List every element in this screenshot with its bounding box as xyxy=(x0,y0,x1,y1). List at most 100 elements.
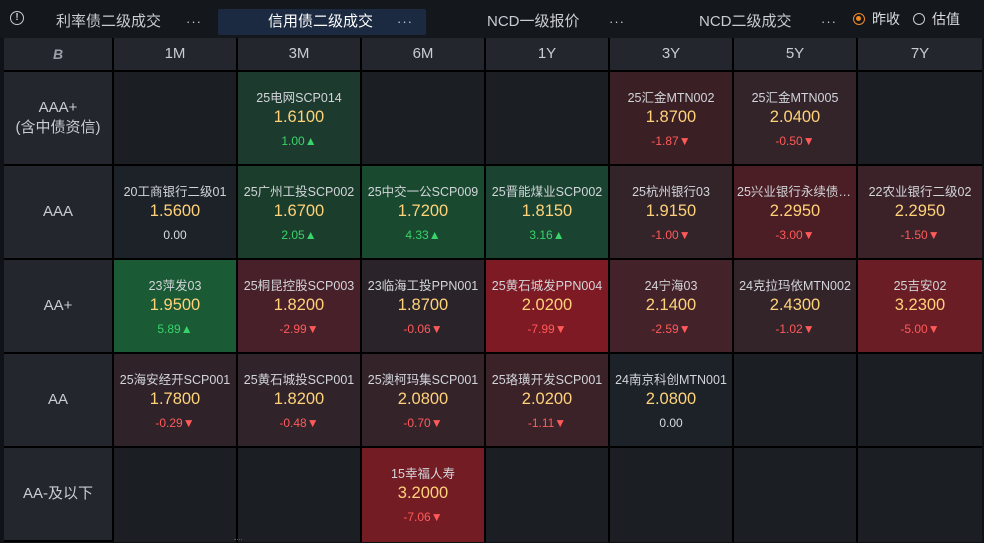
bond-yield: 2.0800 xyxy=(397,390,449,408)
bond-cell[interactable]: 25黄石城发PPN004 2.0200 -7.99▼ xyxy=(486,260,610,354)
bond-cell[interactable]: 24克拉玛依MTN002 2.4300 -1.02▼ xyxy=(734,260,858,354)
radio-label: 昨收 xyxy=(872,11,900,27)
bond-cell[interactable]: 24宁海03 2.1400 -2.59▼ xyxy=(610,260,734,354)
radio-dot-icon xyxy=(853,13,865,25)
bond-yield: 2.0200 xyxy=(521,296,573,314)
bond-change: -2.99▼ xyxy=(279,322,319,336)
bond-cell[interactable]: 23萍发03 1.9500 5.89▲ xyxy=(114,260,238,354)
bond-yield: 1.8200 xyxy=(273,296,325,314)
tab-label: 利率债二级成交 xyxy=(56,13,162,30)
bond-yield: 1.5600 xyxy=(149,202,201,220)
bond-name: 25黄石城投SCP001 xyxy=(243,373,355,387)
tenor-header: 1Y xyxy=(486,38,610,72)
bond-yield: 2.2950 xyxy=(769,202,821,220)
bond-change: 1.00▲ xyxy=(281,134,317,148)
bond-cell[interactable]: 25黄石城投SCP001 1.8200 -0.48▼ xyxy=(238,354,362,448)
bond-name: 25中交一公SCP009 xyxy=(367,185,479,199)
more-icon[interactable]: ··· xyxy=(821,9,837,35)
bond-yield: 1.7200 xyxy=(397,202,449,220)
more-icon[interactable]: ··· xyxy=(609,9,625,35)
bond-change: 5.89▲ xyxy=(157,322,193,336)
bond-name: 20工商银行二级01 xyxy=(123,185,227,199)
bond-yield: 3.2300 xyxy=(894,296,946,314)
empty-cell xyxy=(858,354,982,448)
bond-yield: 1.8700 xyxy=(397,296,449,314)
bond-cell[interactable]: 25汇金MTN002 1.8700 -1.87▼ xyxy=(610,72,734,166)
bond-name: 25杭州银行03 xyxy=(632,185,710,199)
bond-cell[interactable]: 25珞璜开发SCP001 2.0200 -1.11▼ xyxy=(486,354,610,448)
empty-cell xyxy=(734,448,858,542)
bond-name: 25海安经开SCP001 xyxy=(119,373,231,387)
bond-cell[interactable]: 25广州工投SCP002 1.6700 2.05▲ xyxy=(238,166,362,260)
empty-cell xyxy=(858,448,982,542)
bond-cell[interactable]: 20工商银行二级01 1.5600 0.00 xyxy=(114,166,238,260)
bond-yield: 1.9500 xyxy=(149,296,201,314)
more-icon[interactable]: ··· xyxy=(397,9,413,35)
bond-change: -0.50▼ xyxy=(775,134,815,148)
resize-handle[interactable] xyxy=(234,539,242,543)
bond-cell[interactable]: 25兴业银行永续债0... 2.2950 -3.00▼ xyxy=(734,166,858,260)
rating-row-header: AA xyxy=(4,354,114,448)
tab-ncd-primary-quote[interactable]: NCD一级报价 ··· xyxy=(436,9,636,35)
rating-row-header: AAA xyxy=(4,166,114,260)
bond-cell[interactable]: 25中交一公SCP009 1.7200 4.33▲ xyxy=(362,166,486,260)
bond-change: -3.00▼ xyxy=(775,228,815,242)
bond-yield: 1.6700 xyxy=(273,202,325,220)
bond-cell[interactable]: 25吉安02 3.2300 -5.00▼ xyxy=(858,260,982,354)
bond-yield: 2.2950 xyxy=(894,202,946,220)
empty-cell xyxy=(486,72,610,166)
more-icon[interactable]: ··· xyxy=(186,9,202,35)
bond-name: 25兴业银行永续债0... xyxy=(737,185,856,199)
bond-cell[interactable]: 22农业银行二级02 2.2950 -1.50▼ xyxy=(858,166,982,260)
bond-name: 25汇金MTN005 xyxy=(751,91,839,105)
tenor-header: 5Y xyxy=(734,38,858,72)
tab-credit-bond-secondary[interactable]: 信用债二级成交 ··· xyxy=(218,9,426,35)
brand-logo-icon: B xyxy=(52,46,64,62)
bond-change: -0.29▼ xyxy=(155,416,195,430)
bond-change: -0.06▼ xyxy=(403,322,443,336)
credit-bond-matrix: B 1M 3M 6M 1Y 3Y 5Y 7Y AAA+ (含中债资信) 25电网SCP014 1.… xyxy=(4,38,982,542)
bond-yield: 1.8200 xyxy=(273,390,325,408)
bond-name: 24克拉玛依MTN002 xyxy=(739,279,851,293)
bond-name: 25晋能煤业SCP002 xyxy=(491,185,603,199)
bond-yield: 3.2000 xyxy=(397,484,449,502)
radio-dot-icon xyxy=(913,13,925,25)
bond-change: -1.87▼ xyxy=(651,134,691,148)
bond-change: -1.50▼ xyxy=(900,228,940,242)
rating-label: AAA+ (含中债资信) xyxy=(15,99,101,136)
rating-label: AAA xyxy=(42,203,73,220)
bond-change: 3.16▲ xyxy=(529,228,565,242)
bond-yield: 2.0200 xyxy=(521,390,573,408)
bond-cell[interactable]: 25澳柯玛集SCP001 2.0800 -0.70▼ xyxy=(362,354,486,448)
bond-change: 0.00 xyxy=(659,416,683,430)
bond-change: -1.11▼ xyxy=(527,416,567,430)
bond-yield: 2.4300 xyxy=(769,296,821,314)
tab-rate-bond-secondary[interactable]: 利率债二级成交 ··· xyxy=(48,9,208,35)
empty-cell xyxy=(486,448,610,542)
empty-cell xyxy=(610,448,734,542)
bond-cell[interactable]: 25海安经开SCP001 1.7800 -0.29▼ xyxy=(114,354,238,448)
bond-cell[interactable]: 25晋能煤业SCP002 1.8150 3.16▲ xyxy=(486,166,610,260)
bond-cell[interactable]: 24南京科创MTN001 2.0800 0.00 xyxy=(610,354,734,448)
bond-cell[interactable]: 25桐昆控股SCP003 1.8200 -2.99▼ xyxy=(238,260,362,354)
bond-cell[interactable]: 23临海工投PPN001 1.8700 -0.06▼ xyxy=(362,260,486,354)
bond-change: -2.59▼ xyxy=(651,322,691,336)
bond-cell[interactable]: 15幸福人寿 3.2000 -7.06▼ xyxy=(362,448,486,542)
bond-name: 25珞璜开发SCP001 xyxy=(491,373,603,387)
bond-yield: 2.0800 xyxy=(645,390,697,408)
bond-cell[interactable]: 25汇金MTN005 2.0400 -0.50▼ xyxy=(734,72,858,166)
empty-cell xyxy=(114,72,238,166)
tab-ncd-secondary[interactable]: NCD二级成交 ··· xyxy=(646,9,846,35)
info-icon[interactable]: ! xyxy=(10,11,24,25)
bond-name: 23临海工投PPN001 xyxy=(367,279,479,293)
bond-cell[interactable]: 25杭州银行03 1.9150 -1.00▼ xyxy=(610,166,734,260)
bond-change: -7.06▼ xyxy=(403,510,443,524)
bond-name: 24南京科创MTN001 xyxy=(615,373,727,387)
rating-row-header: AA-及以下 xyxy=(4,448,114,542)
bond-name: 25电网SCP014 xyxy=(256,91,342,105)
bond-cell[interactable]: 25电网SCP014 1.6100 1.00▲ xyxy=(238,72,362,166)
bond-name: 25汇金MTN002 xyxy=(627,91,715,105)
empty-cell xyxy=(858,72,982,166)
tab-label: 信用债二级成交 xyxy=(268,13,374,30)
bond-yield: 1.9150 xyxy=(645,202,697,220)
